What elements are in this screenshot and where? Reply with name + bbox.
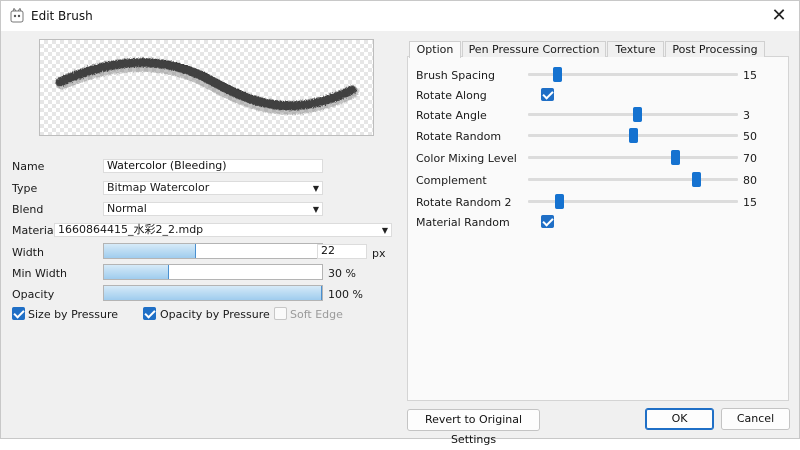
rotate-random-label: Rotate Random <box>416 130 502 143</box>
material-dropdown[interactable]: 1660864415_水彩2_2.mdp ▼ <box>54 223 392 237</box>
soft-edge-label: Soft Edge <box>290 308 343 321</box>
type-value: Bitmap Watercolor <box>107 181 210 194</box>
soft-edge-checkbox[interactable] <box>274 307 287 320</box>
opacity-value: 100 % <box>328 288 363 301</box>
opacity-fill <box>104 286 322 300</box>
brush-stroke-preview <box>55 58 359 115</box>
rotate-random-2-label: Rotate Random 2 <box>416 196 512 209</box>
type-label: Type <box>12 182 38 195</box>
brush-spacing-label: Brush Spacing <box>416 69 496 82</box>
chevron-down-icon: ▼ <box>312 184 319 193</box>
min-width-label: Min Width <box>12 267 67 280</box>
complement-track[interactable] <box>528 178 738 181</box>
rotate-random-value: 50 <box>743 130 757 143</box>
blend-value: Normal <box>107 202 147 215</box>
chevron-down-icon: ▼ <box>381 226 388 235</box>
brush-spacing-thumb[interactable] <box>552 67 562 82</box>
rotate-angle-value: 3 <box>743 109 750 122</box>
edit-brush-dialog: Edit Brush ✕ Name Watercolor (Bleeding) … <box>0 0 800 446</box>
opacity-label: Opacity <box>12 288 55 301</box>
color-mixing-level-label: Color Mixing Level <box>416 152 517 165</box>
opacity-slider[interactable] <box>103 285 323 301</box>
type-dropdown[interactable]: Bitmap Watercolor ▼ <box>103 181 323 195</box>
brush-spacing-value: 15 <box>743 69 757 82</box>
material-value: 1660864415_水彩2_2.mdp <box>58 223 204 236</box>
min-width-value: 30 % <box>328 267 356 280</box>
rotate-angle-thumb[interactable] <box>632 107 642 122</box>
width-slider[interactable] <box>103 243 323 259</box>
tab-pen-pressure-correction[interactable]: Pen Pressure Correction <box>462 41 606 57</box>
brush-app-icon <box>10 8 24 23</box>
blend-label: Blend <box>12 203 44 216</box>
material-label: Material <box>12 224 57 237</box>
rotate-random-2-thumb[interactable] <box>555 194 564 209</box>
material-random-checkbox[interactable] <box>541 215 554 228</box>
opacity-by-pressure-checkbox[interactable] <box>143 307 156 320</box>
chevron-down-icon: ▼ <box>312 205 319 214</box>
tab-texture[interactable]: Texture <box>607 41 664 57</box>
size-by-pressure-label: Size by Pressure <box>28 308 119 321</box>
name-field[interactable]: Watercolor (Bleeding) <box>103 159 323 173</box>
brush-preview <box>39 39 374 136</box>
material-random-label: Material Random <box>416 216 510 229</box>
width-input[interactable]: 22 <box>317 244 367 259</box>
opacity-by-pressure-label: Opacity by Pressure <box>160 308 270 321</box>
close-icon[interactable]: ✕ <box>765 5 793 27</box>
min-width-slider[interactable] <box>103 264 323 280</box>
rotate-along-label: Rotate Along <box>416 89 487 102</box>
color-mixing-level-track[interactable] <box>528 156 738 159</box>
tab-option[interactable]: Option <box>409 41 461 58</box>
complement-value: 80 <box>743 174 757 187</box>
width-fill <box>104 244 196 258</box>
rotate-along-checkbox[interactable] <box>541 88 554 101</box>
rotate-random-thumb[interactable] <box>628 128 638 143</box>
complement-label: Complement <box>416 174 487 187</box>
tab-post-processing[interactable]: Post Processing <box>665 41 765 57</box>
blend-dropdown[interactable]: Normal ▼ <box>103 202 323 216</box>
complement-thumb[interactable] <box>691 172 701 187</box>
name-label: Name <box>12 160 45 173</box>
color-mixing-level-value: 70 <box>743 152 757 165</box>
rotate-angle-label: Rotate Angle <box>416 109 487 122</box>
window-title: Edit Brush <box>31 9 93 23</box>
title-bar: Edit Brush ✕ <box>1 1 799 31</box>
rotate-random-2-value: 15 <box>743 196 757 209</box>
ok-button[interactable]: OK <box>645 408 714 430</box>
width-unit: px <box>372 247 386 260</box>
min-width-fill <box>104 265 170 279</box>
revert-to-original-button[interactable]: Revert to Original Settings <box>407 409 540 446</box>
cancel-button[interactable]: Cancel <box>721 408 790 430</box>
size-by-pressure-checkbox[interactable] <box>12 307 25 320</box>
width-label: Width <box>12 246 44 259</box>
color-mixing-level-thumb[interactable] <box>670 150 680 165</box>
